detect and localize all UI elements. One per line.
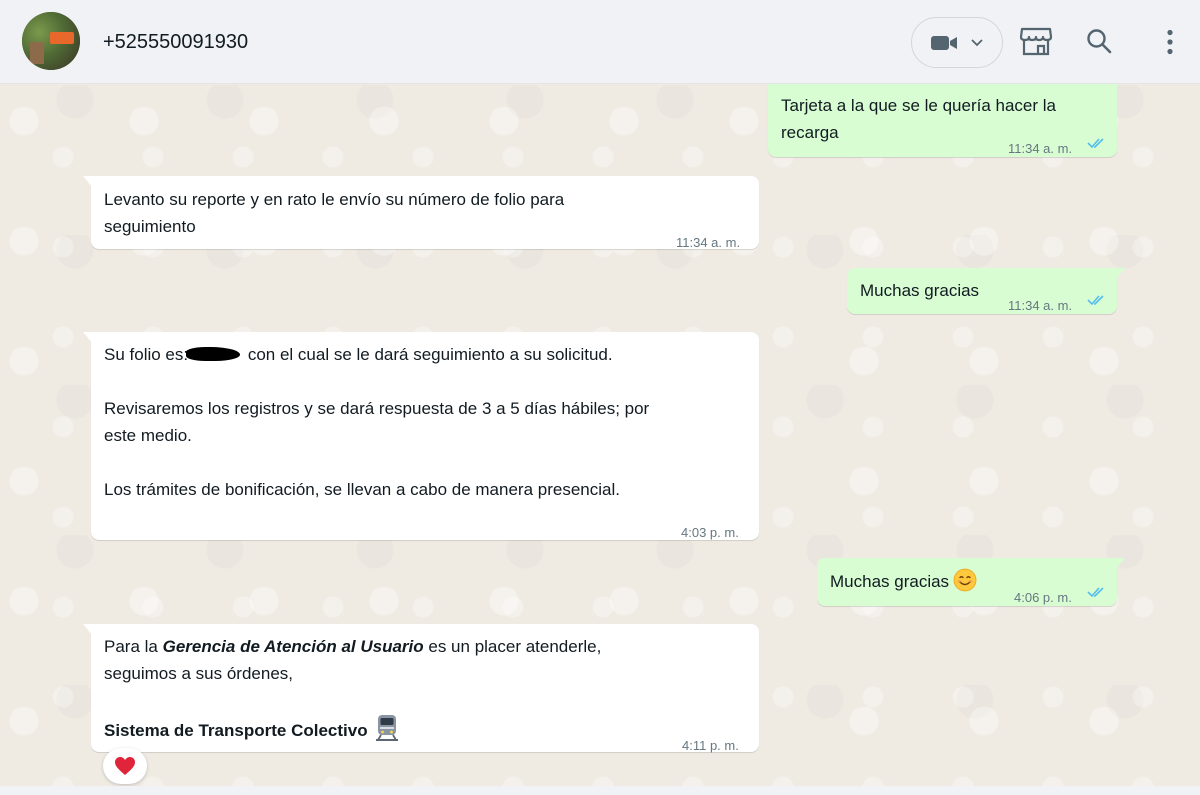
video-camera-icon — [931, 36, 957, 50]
folio-label: Su folio es: — [104, 345, 189, 364]
message-text: Levanto su reporte y en rato le envío su… — [104, 190, 565, 236]
message-text: Revisaremos los registros y se dará resp… — [104, 399, 650, 445]
read-ticks-icon — [1087, 587, 1104, 598]
smiling-face-emoji-icon — [953, 568, 977, 592]
folio-text: con el cual se le dará seguimiento a su … — [243, 345, 613, 364]
message-reaction[interactable] — [103, 748, 147, 784]
message-time: 4:03 p. m. — [681, 525, 739, 540]
message-time: 4:11 p. m. — [682, 738, 739, 753]
message-time: 4:06 p. m. — [1014, 590, 1072, 605]
redaction-mark — [186, 347, 241, 361]
message-time: 11:34 a. m. — [1008, 141, 1073, 156]
message-text: Los trámites de bonificación, se llevan … — [104, 480, 620, 499]
chevron-down-icon — [971, 39, 983, 47]
storefront-icon[interactable] — [1019, 25, 1053, 57]
metro-train-emoji-icon — [375, 715, 398, 741]
search-icon[interactable] — [1086, 28, 1112, 54]
message-bubble-outgoing[interactable]: Tarjeta a la que se le quería hacer la r… — [768, 84, 1117, 157]
video-call-button[interactable] — [911, 17, 1003, 68]
read-ticks-icon — [1087, 295, 1104, 306]
message-bubble-incoming[interactable]: Para la Gerencia de Atención al Usuario … — [83, 624, 759, 753]
message-text: Muchas gracias — [860, 281, 980, 300]
message-time: 11:34 a. m. — [1008, 298, 1073, 313]
signature-text: Sistema de Transporte Colectivo — [104, 721, 368, 740]
message-text: Su folio es: con el cual se le dará segu… — [104, 341, 613, 368]
message-text: Muchas gracias — [830, 568, 977, 595]
kebab-menu-icon[interactable] — [1166, 29, 1174, 55]
signature-line: Sistema de Transporte Colectivo — [104, 714, 400, 744]
message-bubble-outgoing[interactable]: Muchas gracias 4:06 p. m. — [817, 558, 1125, 606]
bold-italic-text: Gerencia de Atención al Usuario — [162, 637, 424, 656]
message-text-content: Muchas gracias — [830, 572, 950, 591]
message-bubble-incoming[interactable]: Su folio es: con el cual se le dará segu… — [83, 332, 759, 540]
composer-edge — [0, 786, 1200, 795]
message-bubble-outgoing[interactable]: Muchas gracias 11:34 a. m. — [847, 268, 1125, 314]
message-text-intro: Para la — [104, 637, 163, 656]
red-heart-icon — [115, 757, 135, 775]
read-ticks-icon — [1087, 138, 1104, 149]
message-text: Para la Gerencia de Atención al Usuario … — [104, 633, 601, 687]
message-bubble-incoming[interactable]: Levanto su reporte y en rato le envío su… — [83, 176, 759, 250]
message-time: 11:34 a. m. — [676, 235, 741, 250]
chat-header: +525550091930 — [0, 0, 1200, 84]
contact-avatar[interactable] — [22, 12, 80, 70]
contact-name[interactable]: +525550091930 — [103, 31, 248, 54]
